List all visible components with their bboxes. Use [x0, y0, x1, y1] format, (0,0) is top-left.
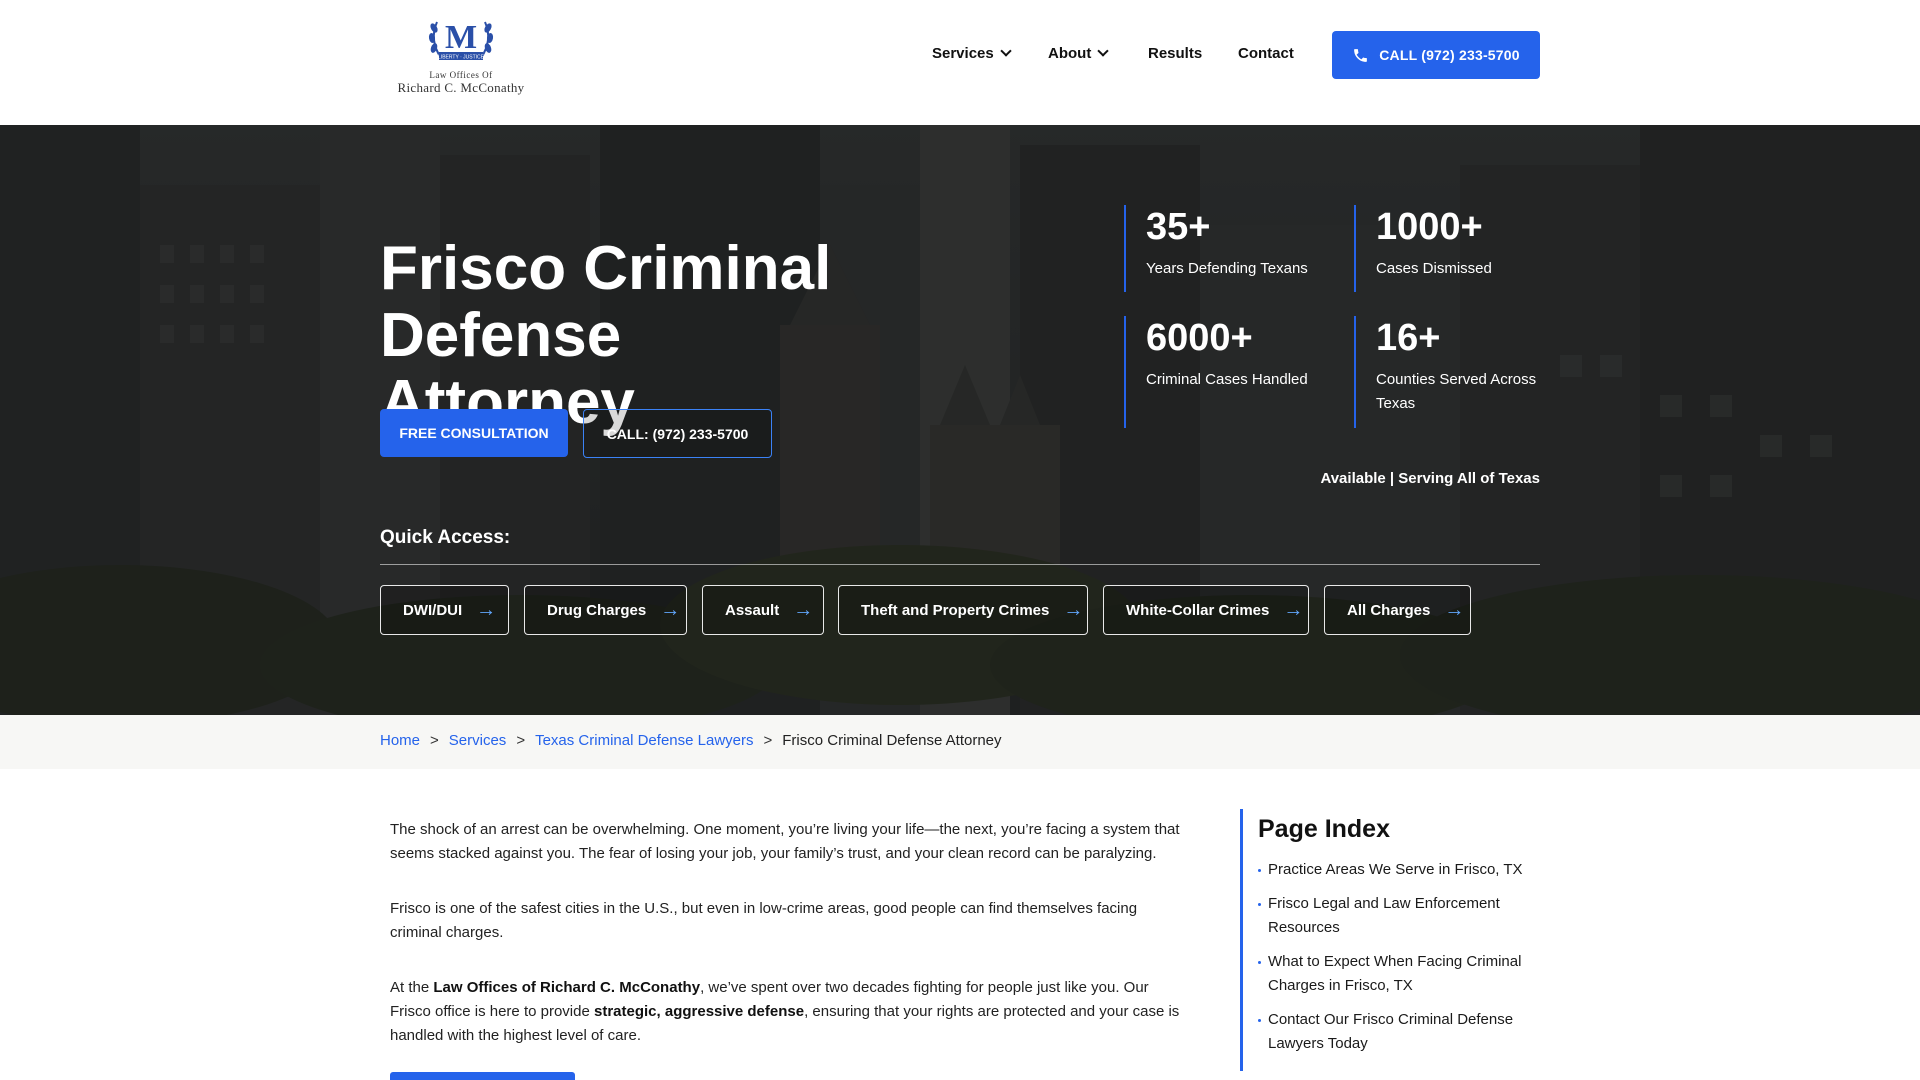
quick-access-drug-charges[interactable]: Drug Charges →: [524, 585, 687, 635]
main-content: The shock of an arrest can be overwhelmi…: [390, 818, 1190, 1079]
breadcrumb-home[interactable]: Home: [380, 732, 420, 749]
quick-access-divider: [380, 564, 1540, 565]
free-consultation-button[interactable]: FREE CONSULTATION: [380, 409, 568, 457]
quick-access-all-charges[interactable]: All Charges →: [1324, 585, 1471, 635]
chevron-down-icon: [1097, 45, 1109, 57]
nav-contact[interactable]: Contact: [1238, 45, 1294, 62]
paragraph-2: Frisco is one of the safest cities in th…: [390, 900, 1138, 941]
breadcrumb-separator: >: [763, 732, 773, 749]
phone-icon: [1354, 48, 1368, 62]
arrow-right-icon: →: [660, 599, 681, 621]
quick-access-title: Quick Access:: [380, 527, 511, 548]
arrow-right-icon: →: [1283, 599, 1304, 621]
nav-services[interactable]: Services: [932, 45, 1012, 62]
breadcrumb-services[interactable]: Services: [449, 732, 507, 749]
logo-line1: Law Offices Of: [429, 70, 493, 80]
svg-text:M: M: [445, 19, 477, 56]
content-cta-button[interactable]: [390, 1072, 575, 1080]
stat-years: 35+ Years Defending Texans: [1124, 205, 1324, 292]
chevron-down-icon: [1000, 45, 1012, 57]
availability-text: Available | Serving All of Texas: [1320, 470, 1540, 487]
arrow-right-icon: →: [793, 599, 814, 621]
arrow-right-icon: →: [476, 599, 497, 621]
site-logo[interactable]: M LIBERTY · JUSTICE Law Offices Of Richa…: [380, 14, 542, 98]
arrow-right-icon: →: [1444, 599, 1465, 621]
hero-call-button[interactable]: CALL: (972) 233-5700: [583, 409, 772, 458]
breadcrumb-texas-lawyers[interactable]: Texas Criminal Defense Lawyers: [535, 732, 753, 749]
breadcrumb-separator: >: [430, 732, 439, 749]
logo-line2: Richard C. McConathy: [397, 80, 525, 95]
quick-access-theft[interactable]: Theft and Property Crimes →: [838, 585, 1088, 635]
page-index-item[interactable]: Contact Our Frisco Criminal Defense Lawy…: [1258, 1008, 1540, 1056]
breadcrumb-current: Frisco Criminal Defense Attorney: [782, 732, 1002, 749]
stat-counties: 16+ Counties Served Across Texas: [1354, 316, 1540, 428]
page: M LIBERTY · JUSTICE Law Offices Of Richa…: [0, 0, 1920, 1080]
arrow-right-icon: →: [1063, 599, 1084, 621]
stat-dismissed: 1000+ Cases Dismissed: [1354, 205, 1554, 292]
nav-about[interactable]: About: [1048, 45, 1109, 62]
page-index-title: Page Index: [1258, 815, 1390, 843]
quick-access-assault[interactable]: Assault →: [702, 585, 824, 635]
page-index-item[interactable]: Frisco Legal and Law Enforcement Resourc…: [1258, 892, 1540, 940]
page-index-item[interactable]: Practice Areas We Serve in Frisco, TX: [1258, 858, 1540, 882]
breadcrumb-separator: >: [516, 732, 526, 749]
site-header: M LIBERTY · JUSTICE Law Offices Of Richa…: [0, 0, 1920, 125]
breadcrumb: Home > Services > Texas Criminal Defense…: [0, 715, 1920, 769]
svg-text:LIBERTY · JUSTICE: LIBERTY · JUSTICE: [438, 55, 485, 61]
page-index-item[interactable]: What to Expect When Facing Criminal Char…: [1258, 950, 1540, 998]
hero-section: Frisco Criminal Defense Attorney FREE CO…: [0, 125, 1920, 715]
quick-access-dwi[interactable]: DWI/DUI →: [380, 585, 509, 635]
header-call-button[interactable]: CALL (972) 233-5700: [1332, 31, 1540, 79]
paragraph-1: The shock of an arrest can be overwhelmi…: [390, 821, 1180, 862]
hero-title: Frisco Criminal Defense Attorney: [380, 234, 832, 437]
paragraph-3: At the Law Offices of Richard C. McConat…: [390, 979, 1180, 1044]
quick-access-white-collar[interactable]: White-Collar Crimes →: [1103, 585, 1309, 635]
stat-handled: 6000+ Criminal Cases Handled: [1124, 316, 1324, 428]
page-index: Page Index Practice Areas We Serve in Fr…: [1240, 809, 1540, 1071]
laurel-monogram-icon: M LIBERTY · JUSTICE: [428, 19, 494, 61]
nav-results[interactable]: Results: [1148, 45, 1202, 62]
